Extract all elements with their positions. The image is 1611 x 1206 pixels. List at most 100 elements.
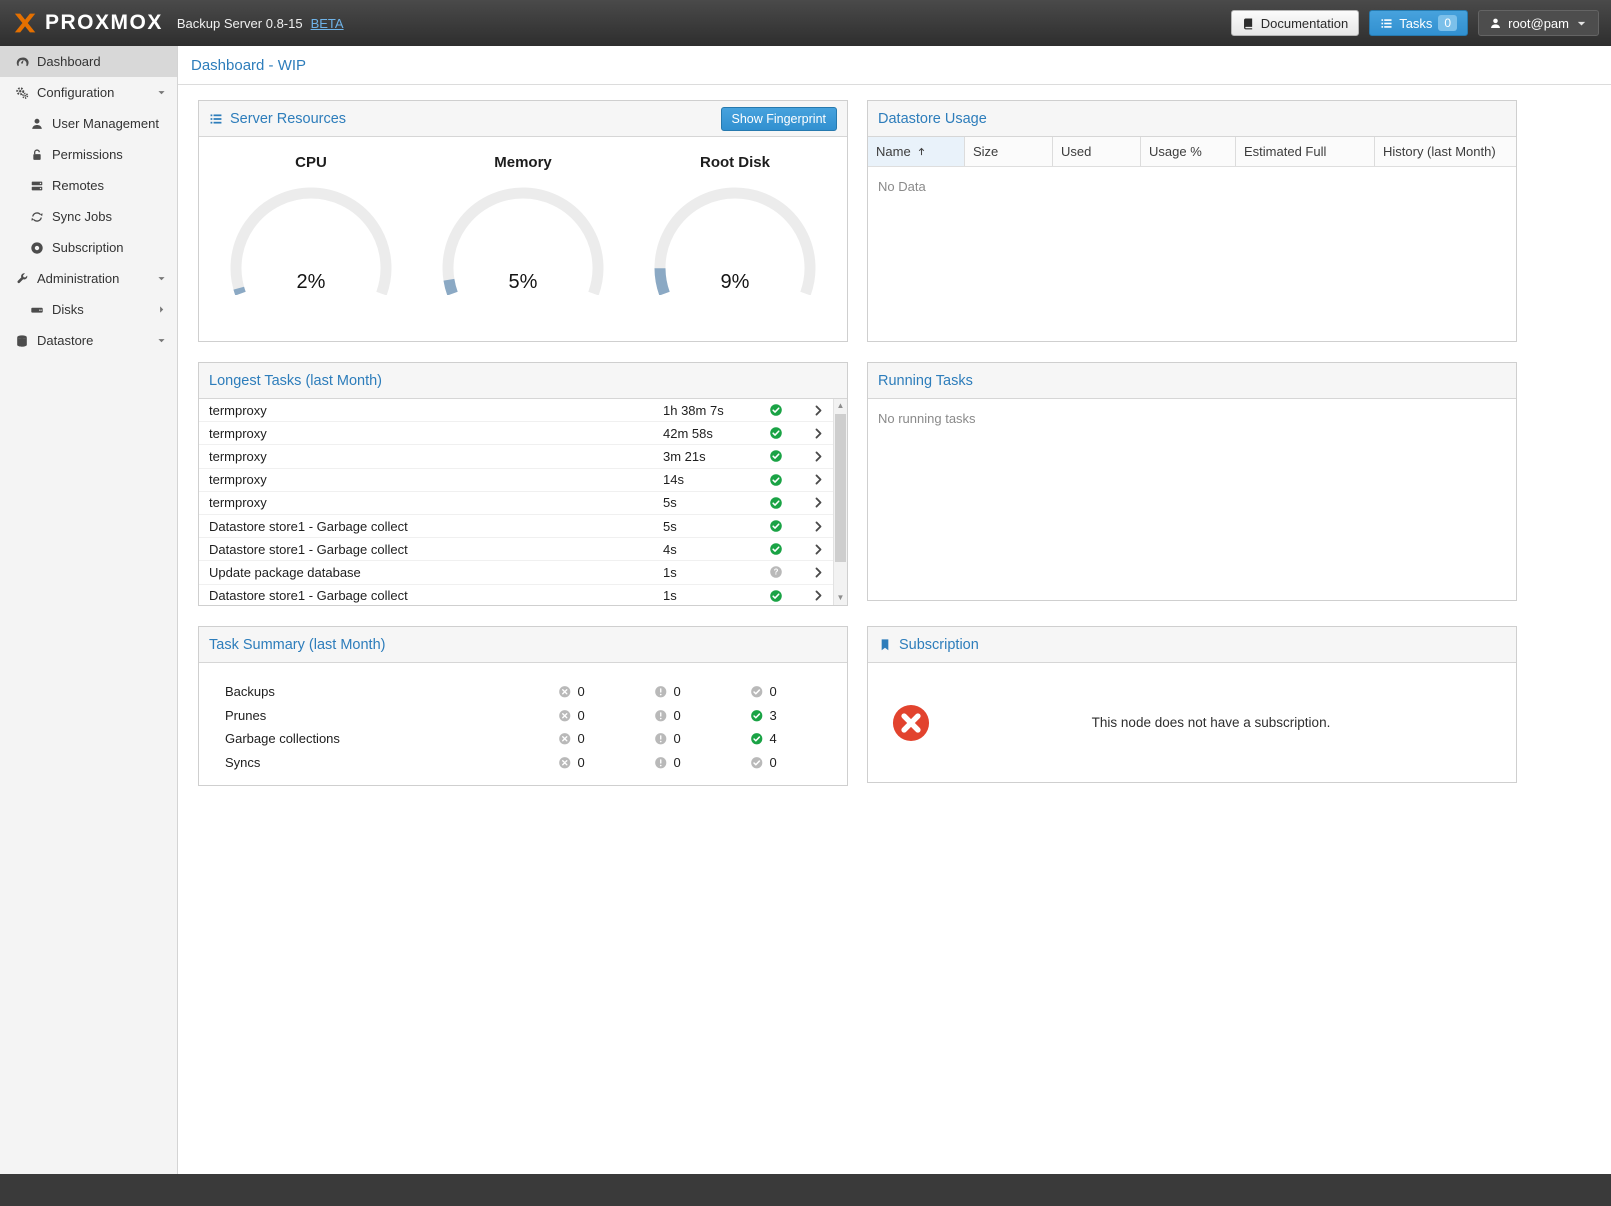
chevron-right-icon[interactable]: [803, 543, 833, 556]
subscription-header: Subscription: [868, 627, 1516, 663]
task-duration: 4s: [663, 542, 769, 557]
gauge-label: CPU: [213, 154, 409, 171]
exclamation-circle-icon: [654, 756, 668, 770]
longest-tasks-body: termproxy1h 38m 7stermproxy42m 58stermpr…: [199, 399, 847, 605]
brand-text: PROXMOX: [45, 11, 163, 35]
task-row[interactable]: Datastore store1 - Garbage collect5s: [199, 515, 833, 538]
check-circle-icon: [769, 403, 803, 417]
documentation-label: Documentation: [1261, 16, 1348, 31]
error-count-group: 0: [558, 755, 654, 770]
sidebar-item-dashboard[interactable]: Dashboard: [0, 46, 177, 77]
topbar-actions: Documentation Tasks 0 root@pam: [1231, 10, 1599, 36]
chevron-right-icon[interactable]: [803, 473, 833, 486]
exclamation-circle-icon: [654, 732, 668, 746]
column-header-name[interactable]: Name: [868, 137, 965, 166]
chevron-right-icon[interactable]: [803, 427, 833, 440]
error-count: 0: [578, 755, 585, 770]
sidebar-item-subscription[interactable]: Subscription: [0, 232, 177, 263]
error-count: 0: [578, 708, 585, 723]
task-summary-header: Task Summary (last Month): [199, 627, 847, 663]
scroll-down-icon[interactable]: ▼: [834, 591, 847, 605]
ok-count: 0: [770, 684, 777, 699]
scrollbar[interactable]: ▲ ▼: [833, 399, 847, 605]
column-header-size[interactable]: Size: [965, 137, 1053, 166]
ok-count-group: 3: [750, 708, 846, 723]
show-fingerprint-button[interactable]: Show Fingerprint: [721, 107, 838, 131]
error-count-group: 0: [558, 731, 654, 746]
column-header-history-last-month-[interactable]: History (last Month): [1375, 137, 1516, 166]
column-label: Used: [1061, 144, 1091, 159]
chevron-right-icon[interactable]: [803, 404, 833, 417]
check-circle-icon: [750, 756, 764, 770]
sidebar-item-permissions[interactable]: Permissions: [0, 139, 177, 170]
topbar: PROXMOX Backup Server 0.8-15 BETA Docume…: [0, 0, 1611, 46]
proxmox-logo[interactable]: PROXMOX: [12, 10, 163, 36]
task-row[interactable]: Datastore store1 - Garbage collect1s: [199, 585, 833, 607]
task-row[interactable]: termproxy42m 58s: [199, 422, 833, 445]
column-header-estimated-full[interactable]: Estimated Full: [1236, 137, 1375, 166]
beta-link[interactable]: BETA: [311, 16, 344, 31]
documentation-button[interactable]: Documentation: [1231, 10, 1359, 36]
check-circle-icon: [769, 426, 803, 440]
column-header-used[interactable]: Used: [1053, 137, 1141, 166]
warning-count-group: 0: [654, 708, 750, 723]
task-row[interactable]: termproxy3m 21s: [199, 445, 833, 468]
warning-count-group: 0: [654, 684, 750, 699]
task-row[interactable]: Update package database1s?: [199, 561, 833, 584]
user-menu-button[interactable]: root@pam: [1478, 10, 1599, 36]
datastore-usage-title: Datastore Usage: [878, 111, 987, 127]
gauge-label: Memory: [425, 154, 621, 171]
warning-count: 0: [674, 731, 681, 746]
chevron-right-icon[interactable]: [803, 520, 833, 533]
sidebar-item-disks[interactable]: Disks: [0, 294, 177, 325]
task-name: termproxy: [209, 426, 663, 441]
column-label: History (last Month): [1383, 144, 1496, 159]
tasks-button[interactable]: Tasks 0: [1369, 10, 1468, 36]
datastore-usage-header: Datastore Usage: [868, 101, 1516, 137]
scroll-up-icon[interactable]: ▲: [834, 399, 847, 413]
ok-count: 3: [770, 708, 777, 723]
gears-icon: [12, 86, 32, 100]
column-header-usage-[interactable]: Usage %: [1141, 137, 1236, 166]
caret-down-icon[interactable]: [156, 273, 177, 284]
gauge-value: 2%: [216, 271, 406, 294]
task-duration: 5s: [663, 495, 769, 510]
server-resources-title: Server Resources: [230, 111, 346, 127]
sidebar-item-label: Datastore: [37, 333, 156, 348]
server-resources-panel: Server Resources Show Fingerprint CPU 2% M…: [198, 100, 848, 342]
longest-tasks-header: Longest Tasks (last Month): [199, 363, 847, 399]
times-circle-icon: [558, 685, 572, 699]
caret-down-icon[interactable]: [156, 87, 177, 98]
error-count-group: 0: [558, 684, 654, 699]
subscription-title: Subscription: [899, 637, 979, 653]
server-icon: [27, 179, 47, 193]
sidebar-item-datastore[interactable]: Datastore: [0, 325, 177, 356]
sidebar-item-remotes[interactable]: Remotes: [0, 170, 177, 201]
summary-row-backups: Backups000: [225, 680, 847, 704]
column-label: Usage %: [1149, 144, 1202, 159]
page-title: Dashboard - WIP: [178, 46, 1611, 85]
sidebar-item-configuration[interactable]: Configuration: [0, 77, 177, 108]
subscription-panel: Subscription This node does not have a s…: [867, 626, 1517, 783]
sidebar-item-label: User Management: [52, 116, 177, 131]
chevron-right-icon[interactable]: [803, 450, 833, 463]
task-summary-rows: Backups000Prunes003Garbage collections00…: [199, 663, 847, 774]
task-list-icon: [1380, 17, 1393, 30]
task-duration: 14s: [663, 472, 769, 487]
subscription-message: This node does not have a subscription.: [930, 715, 1492, 730]
task-row[interactable]: termproxy1h 38m 7s: [199, 399, 833, 422]
sidebar-item-administration[interactable]: Administration: [0, 263, 177, 294]
chevron-right-icon[interactable]: [803, 566, 833, 579]
task-row[interactable]: termproxy14s: [199, 469, 833, 492]
sidebar-item-user-management[interactable]: User Management: [0, 108, 177, 139]
sidebar-item-sync-jobs[interactable]: Sync Jobs: [0, 201, 177, 232]
task-row[interactable]: Datastore store1 - Garbage collect4s: [199, 538, 833, 561]
caret-down-icon[interactable]: [156, 335, 177, 346]
scrollbar-thumb[interactable]: [835, 414, 846, 562]
summary-row-prunes: Prunes003: [225, 704, 847, 728]
refresh-icon: [27, 210, 47, 224]
caret-right-icon[interactable]: [156, 304, 177, 315]
chevron-right-icon[interactable]: [803, 589, 833, 602]
task-row[interactable]: termproxy5s: [199, 492, 833, 515]
chevron-right-icon[interactable]: [803, 496, 833, 509]
